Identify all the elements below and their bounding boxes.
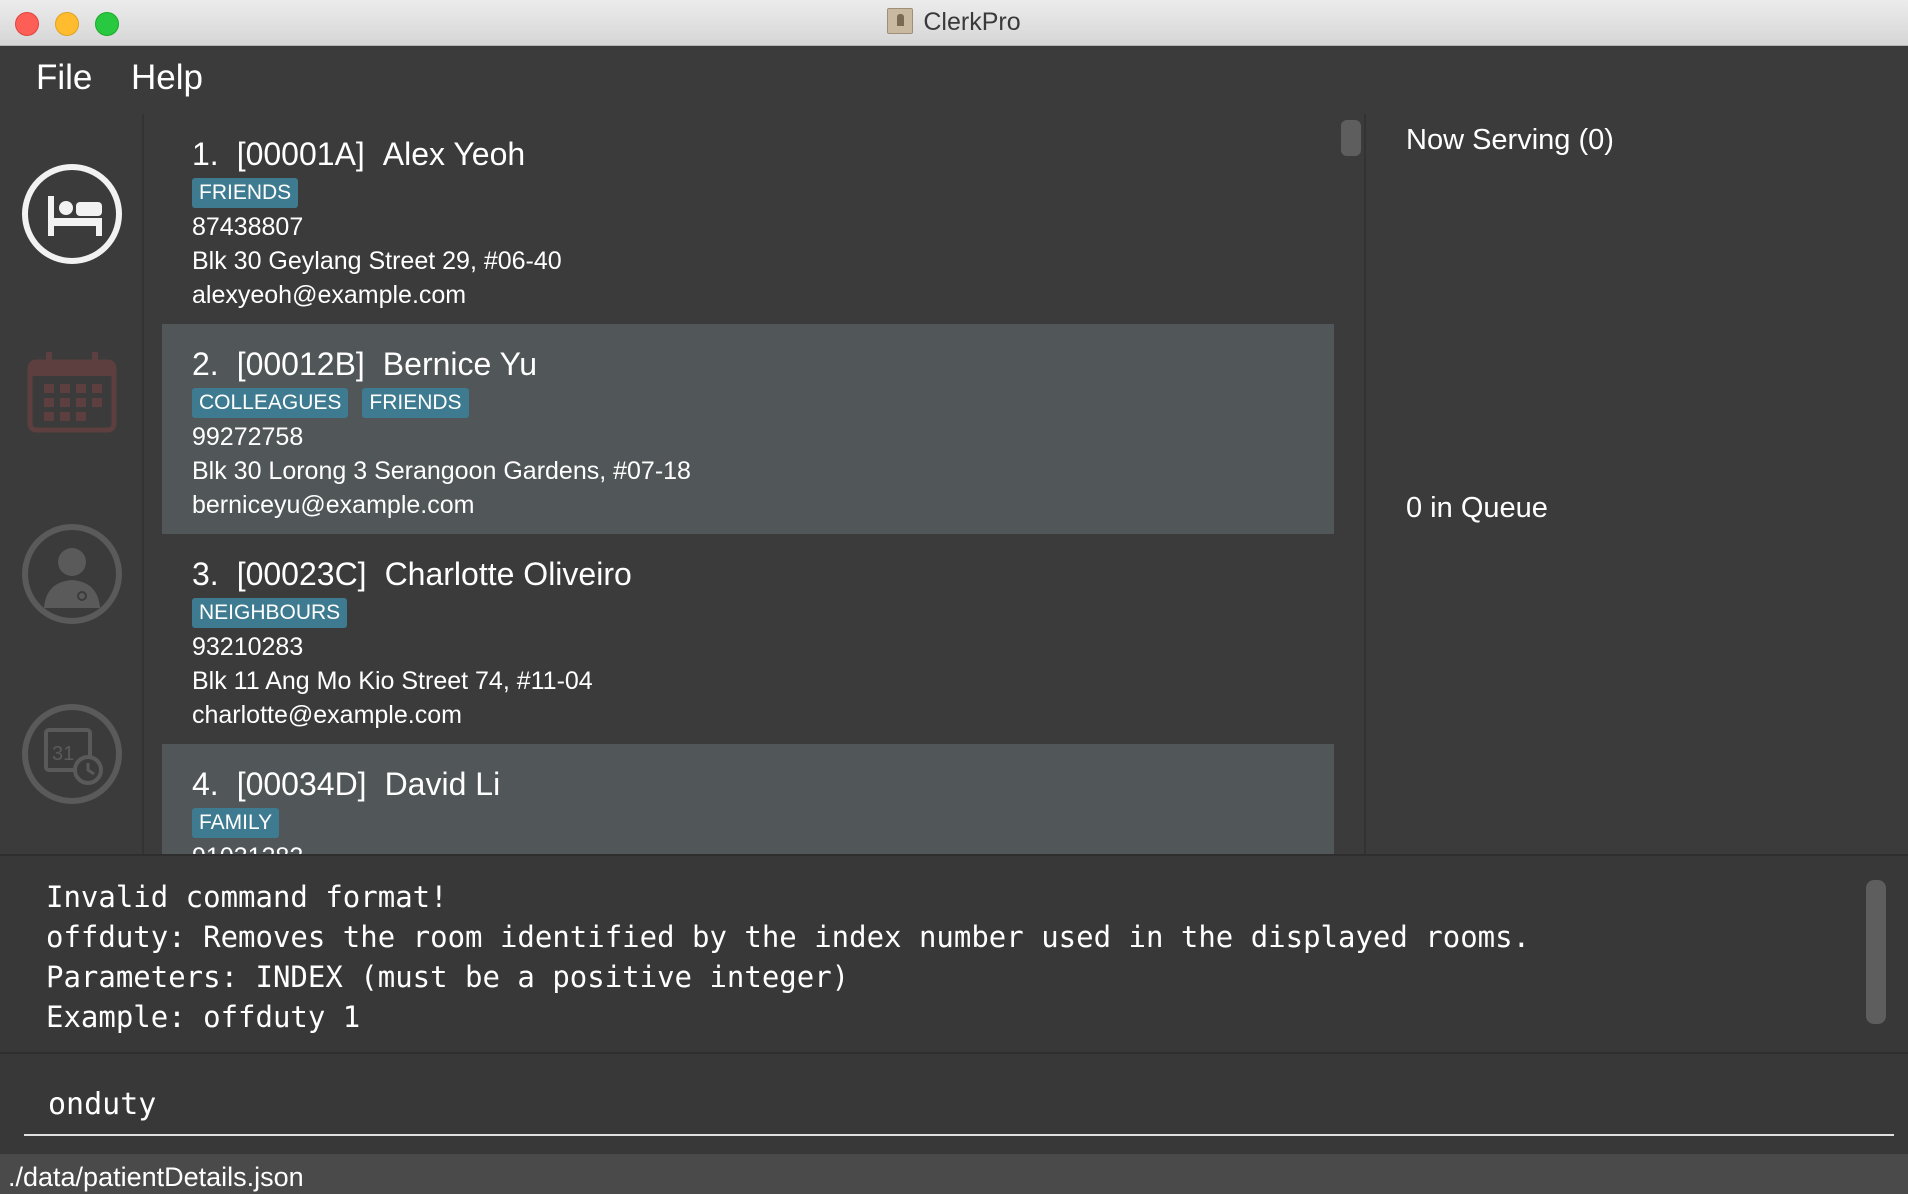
- now-serving-label: Now Serving (0): [1406, 124, 1614, 156]
- patient-name: David Li: [384, 765, 501, 802]
- result-line: Parameters: INDEX (must be a positive in…: [46, 960, 850, 994]
- patient-address: Blk 11 Ang Mo Kio Street 74, #11-04: [192, 667, 593, 695]
- patient-tag: NEIGHBOURS: [192, 598, 348, 628]
- patient-tag: FRIENDS: [192, 178, 299, 208]
- patient-id: [00034D]: [236, 765, 367, 802]
- sidebar-item-rooms[interactable]: [20, 162, 124, 266]
- command-box: [0, 1054, 1908, 1154]
- svg-text:31: 31: [52, 743, 74, 765]
- patient-index: 3.: [192, 555, 219, 592]
- command-input[interactable]: [24, 1074, 1894, 1136]
- menu-file[interactable]: File: [36, 58, 92, 98]
- sidebar-item-calendar[interactable]: [20, 342, 124, 446]
- patient-name: Bernice Yu: [382, 345, 537, 382]
- doctor-icon: [22, 524, 122, 624]
- queue-panel: Now Serving (0) 0 in Queue: [1364, 114, 1908, 854]
- result-line: Example: offduty 1: [46, 1000, 361, 1034]
- patient-tag: COLLEAGUES: [192, 388, 349, 418]
- calendar-clock-icon: 31: [22, 704, 122, 804]
- patient-name: Alex Yeoh: [382, 135, 526, 172]
- bed-icon: [22, 164, 122, 264]
- sidebar-item-doctors[interactable]: [20, 522, 124, 626]
- patient-address: Blk 30 Lorong 3 Serangoon Gardens, #07-1…: [192, 457, 691, 485]
- patient-tag: FAMILY: [192, 808, 280, 838]
- menu-bar: File Help: [0, 46, 1908, 114]
- status-bar: ./data/patientDetails.json: [0, 1154, 1908, 1194]
- patient-list[interactable]: 1. [00001A] Alex Yeoh FRIENDS 87438807 B…: [162, 114, 1334, 854]
- result-line: offduty: Removes the room identified by …: [46, 920, 1531, 954]
- patient-phone: 99272758: [192, 423, 304, 451]
- patient-card[interactable]: 1. [00001A] Alex Yeoh FRIENDS 87438807 B…: [162, 114, 1334, 324]
- patient-index: 4.: [192, 765, 219, 802]
- patient-phone: 93210283: [192, 633, 304, 661]
- patient-index: 1.: [192, 135, 219, 172]
- patient-card[interactable]: 4. [00034D] David Li FAMILY 91031282: [162, 744, 1334, 854]
- patient-list-scrollbar[interactable]: [1336, 114, 1364, 854]
- patient-card[interactable]: 2. [00012B] Bernice Yu COLLEAGUES FRIEND…: [162, 324, 1334, 534]
- patient-card[interactable]: 3. [00023C] Charlotte Oliveiro NEIGHBOUR…: [162, 534, 1334, 744]
- patient-email: charlotte@example.com: [192, 701, 462, 729]
- sidebar-item-appointments[interactable]: 31: [20, 702, 124, 806]
- result-scrollbar[interactable]: [1866, 880, 1886, 1024]
- queue-count-label: 0 in Queue: [1406, 492, 1548, 524]
- patient-address: Blk 30 Geylang Street 29, #06-40: [192, 247, 562, 275]
- window-title-area: ClerkPro: [0, 8, 1908, 37]
- patient-email: alexyeoh@example.com: [192, 281, 467, 309]
- patient-index: 2.: [192, 345, 219, 382]
- patient-phone: 87438807: [192, 213, 304, 241]
- window-title: ClerkPro: [923, 8, 1021, 36]
- sidebar: 31: [0, 114, 144, 854]
- calendar-grid-icon: [27, 352, 117, 433]
- patient-phone: 91031282: [192, 840, 1334, 854]
- patient-name: Charlotte Oliveiro: [384, 555, 632, 592]
- patient-id: [00012B]: [236, 345, 365, 382]
- patient-id: [00001A]: [236, 135, 365, 172]
- result-line: Invalid command format!: [46, 880, 448, 914]
- patient-id: [00023C]: [236, 555, 367, 592]
- result-display[interactable]: Invalid command format! offduty: Removes…: [0, 854, 1908, 1054]
- patient-email: berniceyu@example.com: [192, 491, 475, 519]
- menu-help[interactable]: Help: [131, 58, 203, 98]
- app-icon: [887, 8, 914, 34]
- patient-list-scroll-thumb[interactable]: [1341, 120, 1361, 156]
- patient-tag: FRIENDS: [362, 388, 469, 418]
- window-titlebar: ClerkPro: [0, 0, 1908, 46]
- save-file-path: ./data/patientDetails.json: [8, 1162, 304, 1192]
